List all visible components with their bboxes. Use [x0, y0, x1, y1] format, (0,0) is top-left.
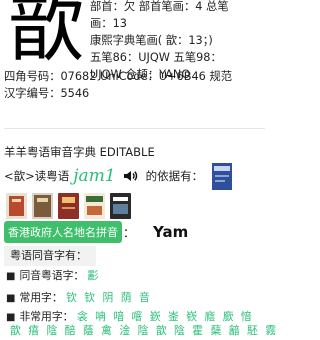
dictionary-book-blue-icon[interactable]	[212, 163, 232, 190]
wubi-line: 五笔86：UJQW 五笔98：	[90, 51, 222, 64]
hk-government-romanization-badge[interactable]: 香港政府人名地名拼音	[4, 221, 122, 243]
homophone-rare-label: 同音粤语字：	[19, 269, 85, 282]
reference-book-icon[interactable]	[84, 193, 105, 219]
homophones-heading: 粤语同音字有：	[4, 246, 96, 266]
hk-government-colon: ：	[123, 225, 136, 240]
reading-prefix: <歆>读粤语	[4, 169, 70, 183]
kangxi-strokes-line: 康熙字典笔画( 歆：13；)	[90, 34, 213, 47]
speaker-icon[interactable]	[122, 168, 138, 184]
entry-character: 歆	[8, 0, 84, 72]
homophone-uncommon-chars-continued[interactable]: 歆 瘖 陰 醅 蔭 禽 淦 陰 歆 陰 霍 蘖 韽 駓 霧	[10, 322, 278, 338]
reference-book-icon[interactable]	[58, 193, 79, 219]
entry-info-codes: 四角号码：07682 UniCode：U+6B46 规范 汉字编号：5546	[4, 68, 232, 102]
dictionary-title: 羊羊粤语审音字典 EDITABLE	[4, 145, 155, 159]
homophone-common-label: 常用字：	[19, 291, 63, 304]
homophone-common-row: ■ 常用字： 钦 钦 阴 荫 音	[6, 289, 152, 307]
homophone-rare-chars[interactable]: 彲	[88, 269, 101, 282]
bullet-icon: ■	[6, 271, 16, 282]
reference-books	[6, 193, 131, 219]
reference-book-icon[interactable]	[6, 193, 27, 219]
total-strokes-line: 画：13	[90, 17, 127, 30]
hk-government-romanization-row: 香港政府人名地名拼音 ： Yam	[4, 221, 188, 243]
hk-government-romanization-value: Yam	[153, 223, 189, 241]
reading-suffix: 的依据有：	[145, 169, 204, 183]
homophone-common-chars[interactable]: 钦 钦 阴 荫 音	[66, 291, 152, 304]
standard-number-line: 汉字编号：5546	[4, 87, 90, 100]
reference-book-icon[interactable]	[32, 193, 53, 219]
homophone-rare-row: ■ 同音粤语字： 彲	[6, 267, 100, 285]
radical-line: 部首：欠 部首笔画：4 总笔	[90, 0, 229, 13]
reference-book-icon[interactable]	[110, 193, 131, 219]
jyutping-link[interactable]: jam1	[73, 166, 115, 186]
bullet-icon: ■	[6, 293, 16, 304]
four-corner-unicode-line: 四角号码：07682 UniCode：U+6B46 规范	[4, 70, 233, 83]
section-divider	[4, 128, 265, 129]
cantonese-reading-row: <歆>读粤语 jam1 的依据有：	[4, 164, 203, 188]
